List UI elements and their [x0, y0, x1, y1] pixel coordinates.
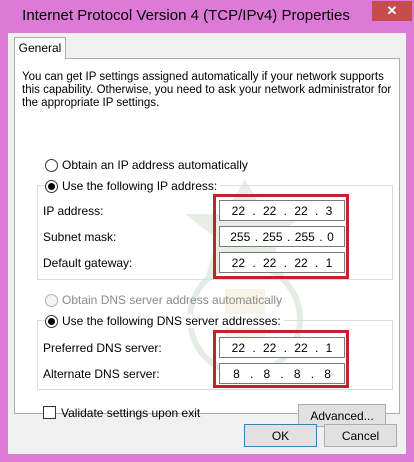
- ip-auto-label: Obtain an IP address automatically: [62, 158, 248, 172]
- dns-highlight-box: [213, 330, 349, 388]
- ip-manual-option[interactable]: Use the following IP address:: [45, 179, 221, 193]
- intro-text: You can get IP settings assigned automat…: [22, 71, 392, 109]
- alternate-dns-label: Alternate DNS server:: [43, 367, 160, 381]
- ip-highlight-box: [213, 194, 349, 279]
- preferred-dns-label: Preferred DNS server:: [43, 341, 162, 355]
- ip-manual-label: Use the following IP address:: [62, 179, 218, 193]
- default-gateway-label: Default gateway:: [43, 256, 133, 270]
- dns-manual-radio[interactable]: [45, 314, 58, 328]
- dns-auto-radio[interactable]: [45, 293, 58, 307]
- validate-checkbox[interactable]: [43, 406, 56, 419]
- general-panel: You can get IP settings assigned automat…: [14, 58, 400, 427]
- ip-auto-radio[interactable]: [45, 158, 58, 172]
- validate-label: Validate settings upon exit: [61, 406, 201, 420]
- ip-address-label: IP address:: [43, 204, 104, 218]
- dns-auto-option[interactable]: Obtain DNS server address automatically: [45, 293, 282, 307]
- subnet-mask-label: Subnet mask:: [43, 230, 117, 244]
- close-icon: ✕: [386, 3, 398, 18]
- tab-general[interactable]: General: [14, 37, 66, 59]
- title-bar: Internet Protocol Version 4 (TCP/IPv4) P…: [0, 0, 414, 33]
- window-title: Internet Protocol Version 4 (TCP/IPv4) P…: [22, 7, 350, 24]
- ip-manual-radio[interactable]: [45, 179, 58, 193]
- close-button[interactable]: ✕: [372, 1, 412, 21]
- dialog-client: General You can get IP settings assigned…: [8, 33, 406, 454]
- ok-button[interactable]: OK: [244, 424, 317, 447]
- dns-manual-label: Use the following DNS server addresses:: [62, 314, 281, 328]
- ip-auto-option[interactable]: Obtain an IP address automatically: [45, 158, 248, 172]
- dns-manual-option[interactable]: Use the following DNS server addresses:: [45, 314, 284, 328]
- cancel-button[interactable]: Cancel: [324, 424, 397, 447]
- dns-auto-label: Obtain DNS server address automatically: [62, 293, 283, 307]
